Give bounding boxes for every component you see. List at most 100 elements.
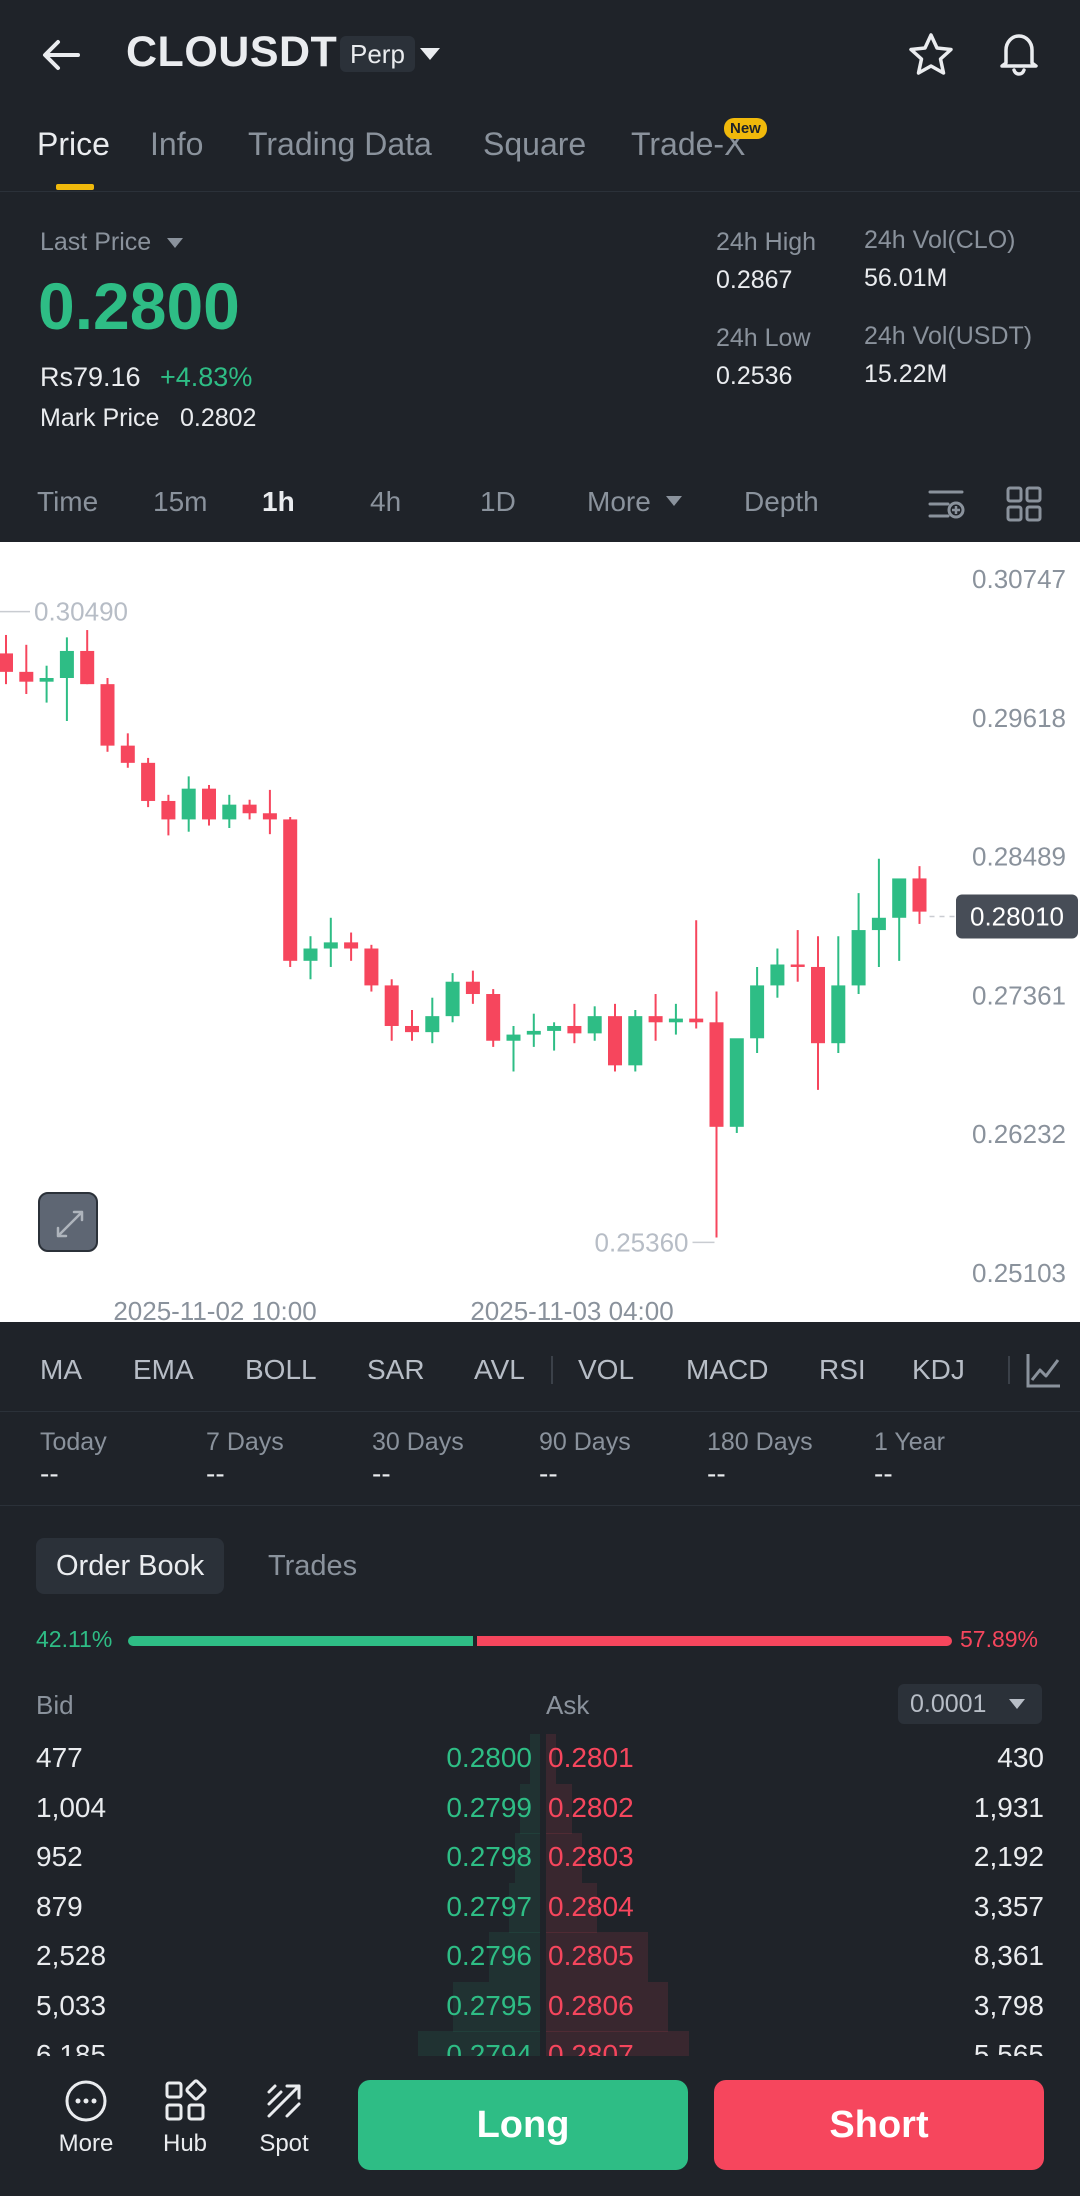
order-book-row[interactable]: 2,528 0.2796 0.2805 8,361 [0, 1932, 1080, 1982]
candle-body [628, 1016, 643, 1066]
more-dots-icon [65, 2080, 107, 2122]
indicator-rsi[interactable]: RSI [819, 1354, 866, 1386]
fullscreen-button[interactable] [38, 1192, 98, 1252]
y-axis-tick-label: 0.25103 [972, 1258, 1066, 1288]
bid-price: 0.2799 [446, 1791, 532, 1823]
bid-price: 0.2797 [446, 1890, 532, 1922]
back-arrow-icon[interactable] [36, 30, 86, 80]
tab-price[interactable]: Price [37, 126, 110, 163]
tab-trading-data[interactable]: Trading Data [248, 126, 432, 163]
candle-body [465, 981, 480, 995]
candle-body [425, 1016, 440, 1033]
chevron-down-icon[interactable] [416, 42, 444, 66]
fiat-price: Rs79.16 [40, 362, 141, 392]
tick-size-value: 0.0001 [910, 1690, 987, 1718]
low-price-annotation: 0.25360 [595, 1227, 689, 1257]
layout-grid-icon[interactable] [1004, 484, 1044, 524]
period-1y-label: 1 Year [874, 1428, 945, 1456]
ask-quantity: 1,931 [973, 1791, 1044, 1823]
order-book-rows: 477 0.2800 0.2801 430 1,004 0.2799 0.2802 1,931… [0, 1734, 1080, 2056]
ask-price: 0.2806 [548, 1989, 634, 2021]
bid-price: 0.2800 [446, 1742, 532, 1773]
bid-ask-ratio-bar [128, 1636, 952, 1646]
more-caret-icon[interactable] [665, 494, 683, 508]
interval-1d[interactable]: 1D [480, 486, 516, 518]
interval-time[interactable]: Time [37, 486, 98, 518]
short-button[interactable]: Short [714, 2080, 1044, 2170]
main-tabs: Price Info Trading Data Square Trade-X N… [0, 112, 1080, 192]
tab-order-book[interactable]: Order Book [36, 1538, 225, 1594]
last-price-label[interactable]: Last Price [40, 228, 151, 257]
period-30d-value: -- [372, 1458, 391, 1489]
more-label: More [58, 2130, 114, 2157]
y-axis-tick-label: 0.28489 [972, 842, 1066, 872]
ask-ratio: 57.89% [960, 1626, 1039, 1652]
ask-price: 0.2807 [548, 2039, 634, 2056]
ask-quantity: 3,357 [973, 1890, 1044, 1922]
chart-tools-icon[interactable] [926, 484, 966, 524]
candle-body [202, 788, 216, 820]
indicator-vol[interactable]: VOL [578, 1354, 634, 1386]
candle-body [648, 1016, 663, 1023]
indicator-divider [551, 1356, 553, 1384]
ask-column-header: Ask [546, 1690, 590, 1720]
interval-4h[interactable]: 4h [370, 486, 401, 518]
x-axis-tick-label: 2025-11-02 10:00 [113, 1296, 316, 1322]
spot-button[interactable]: Spot [239, 2078, 329, 2158]
bid-quantity: 6,185 [36, 2039, 107, 2056]
order-book-row[interactable]: 1,004 0.2799 0.2802 1,931 [0, 1783, 1080, 1834]
period-today-value: -- [40, 1458, 59, 1489]
period-180d-label: 180 Days [707, 1428, 813, 1456]
last-price: 0.2800 [38, 269, 240, 343]
period-1y-value: -- [874, 1458, 893, 1489]
ask-ratio-fill [477, 1636, 952, 1646]
new-badge: New [724, 118, 767, 139]
ask-price: 0.2801 [548, 1742, 634, 1773]
hub-grid-icon [165, 2079, 207, 2121]
star-icon[interactable] [906, 30, 956, 80]
order-book-row[interactable]: 477 0.2800 0.2801 430 [0, 1734, 1080, 1784]
bid-price: 0.2795 [446, 1989, 532, 2021]
tab-square[interactable]: Square [483, 126, 586, 163]
order-book-row[interactable]: 6,185 0.2794 0.2807 5,565 [0, 2031, 1080, 2056]
indicator-ma[interactable]: MA [40, 1354, 82, 1386]
candle-body [161, 800, 176, 820]
interval-more[interactable]: More [587, 486, 651, 518]
indicator-macd[interactable]: MACD [686, 1354, 768, 1386]
order-book-row[interactable]: 5,033 0.2795 0.2806 3,798 [0, 1981, 1080, 2032]
candle-body [141, 762, 156, 801]
caret-down-icon[interactable] [166, 236, 184, 250]
bid-price: 0.2798 [446, 1841, 532, 1872]
indicator-avl[interactable]: AVL [474, 1354, 525, 1386]
indicator-boll[interactable]: BOLL [245, 1354, 317, 1386]
symbol-title[interactable]: CLOUSDT [126, 28, 337, 77]
interval-depth[interactable]: Depth [744, 486, 819, 518]
candle-body [668, 1018, 683, 1023]
long-button[interactable]: Long [358, 2080, 688, 2170]
price-chart[interactable]: 0.30747 0.29618 0.28489 0.27361 0.26232 0.251… [0, 542, 1080, 1322]
indicator-ema[interactable]: EMA [133, 1354, 194, 1386]
indicator-bar: MA EMA BOLL SAR AVL VOL MACD RSI KDJ [0, 1326, 1080, 1412]
bell-icon[interactable] [994, 28, 1044, 78]
tick-size-select[interactable]: 0.0001 [898, 1684, 1042, 1724]
candle-body [405, 1025, 419, 1033]
candle-body [790, 964, 805, 967]
bid-quantity: 1,004 [36, 1791, 107, 1823]
interval-15m[interactable]: 15m [153, 486, 207, 518]
more-button[interactable]: More [41, 2078, 131, 2158]
chevron-down-icon [1009, 1699, 1025, 1709]
x-axis-tick-label: 2025-11-03 04:00 [470, 1296, 673, 1322]
indicator-kdj[interactable]: KDJ [912, 1354, 965, 1386]
active-tab-indicator [56, 184, 94, 190]
order-book-row[interactable]: 879 0.2797 0.2804 3,357 [0, 1882, 1080, 1933]
interval-1h[interactable]: 1h [262, 486, 295, 518]
candle-body [567, 1025, 582, 1034]
tab-trades[interactable]: Trades [268, 1538, 357, 1594]
tab-info[interactable]: Info [150, 126, 203, 163]
interval-bar: Time 15m 1h 4h 1D More Depth [0, 468, 1080, 540]
bid-quantity: 2,528 [36, 1940, 107, 1971]
order-book-row[interactable]: 952 0.2798 0.2803 2,192 [0, 1833, 1080, 1883]
indicator-sar[interactable]: SAR [367, 1354, 425, 1386]
hub-button[interactable]: Hub [140, 2078, 230, 2158]
chart-settings-icon[interactable] [1024, 1350, 1064, 1390]
